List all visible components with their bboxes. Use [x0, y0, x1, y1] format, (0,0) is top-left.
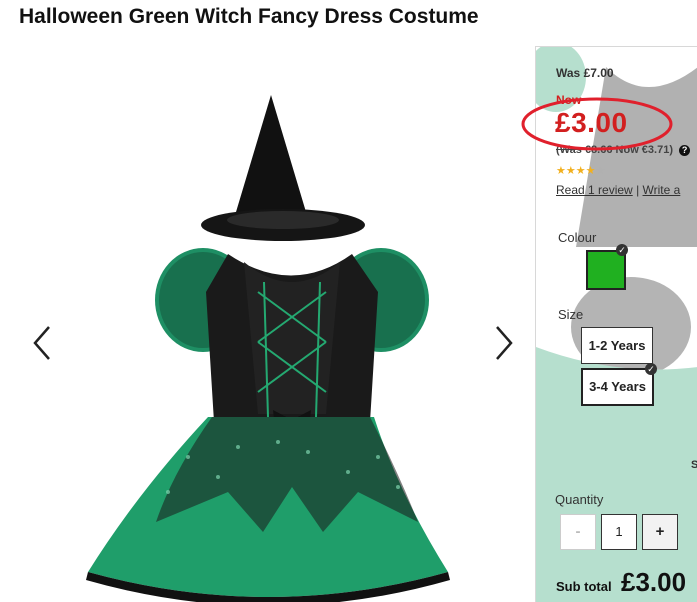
colour-label: Colour [558, 230, 597, 245]
chevron-right-icon[interactable] [490, 323, 518, 363]
size-option-1-2-years[interactable]: 1-2 Years [581, 327, 653, 364]
help-icon[interactable]: ? [679, 145, 691, 156]
rating-stars: ★★★★★ [556, 164, 605, 177]
read-reviews-link[interactable]: Read 1 review [556, 183, 633, 197]
size-label: Size [558, 307, 584, 322]
was-price: Was £7.00 [556, 66, 614, 80]
product-image [86, 95, 450, 602]
quantity-increase-button[interactable]: + [642, 514, 678, 550]
star-icon: ★ [575, 165, 586, 177]
quantity-label: Quantity [555, 492, 604, 507]
witch-hat [201, 95, 365, 241]
subtotal-value: £3.00 [621, 567, 687, 597]
review-separator: | [636, 183, 640, 197]
star-empty-icon: ★ [595, 165, 606, 177]
quantity-decrease-button[interactable]: - [560, 514, 596, 550]
check-icon: ✓ [616, 244, 628, 256]
quantity-input[interactable]: 1 [601, 514, 637, 550]
product-title: Halloween Green Witch Fancy Dress Costum… [19, 5, 479, 28]
partial-text: S [691, 459, 697, 471]
chevron-left-icon[interactable] [28, 323, 56, 363]
star-icon: ★ [585, 165, 596, 177]
review-links: Read 1 review | Write a [556, 183, 680, 197]
write-review-link[interactable]: Write a [643, 183, 681, 197]
price-highlight-annotation [521, 97, 673, 151]
subtotal-label: Sub total [556, 579, 612, 594]
product-gallery [0, 40, 540, 602]
colour-swatch-green[interactable] [586, 250, 626, 290]
star-icon: ★ [565, 165, 576, 177]
size-option-3-4-years[interactable]: 3-4 Years [581, 368, 654, 406]
star-icon: ★ [556, 165, 566, 177]
check-icon: ✓ [645, 363, 657, 375]
